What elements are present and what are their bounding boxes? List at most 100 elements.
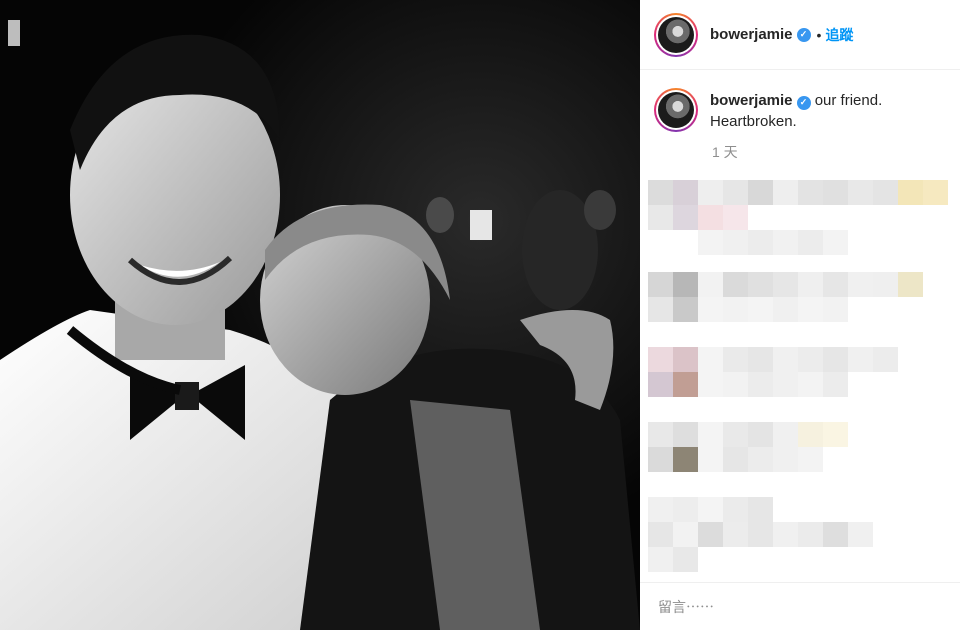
pixel-block	[773, 522, 798, 547]
pixel-block	[723, 522, 748, 547]
pixel-block	[923, 180, 948, 205]
pixel-block	[798, 180, 823, 205]
verified-badge-icon: ✓	[796, 95, 811, 110]
pixel-block	[748, 422, 773, 447]
pixel-block	[898, 272, 923, 297]
pixel-block	[823, 372, 848, 397]
pixel-block	[823, 422, 848, 447]
pixel-block	[648, 272, 673, 297]
pixel-block	[698, 297, 723, 322]
pixel-block	[673, 422, 698, 447]
pixel-block	[648, 547, 673, 572]
pixel-block	[673, 272, 698, 297]
pixel-block	[673, 522, 698, 547]
pixel-block	[848, 347, 873, 372]
pixel-block	[873, 180, 898, 205]
pixel-block	[873, 272, 898, 297]
pixel-block	[823, 180, 848, 205]
pixel-block	[873, 347, 898, 372]
pixel-block	[748, 522, 773, 547]
pixel-block	[748, 297, 773, 322]
pixel-block	[723, 205, 748, 230]
pixel-block	[823, 230, 848, 255]
pixel-block	[848, 272, 873, 297]
pixel-block	[748, 180, 773, 205]
pixel-block	[748, 230, 773, 255]
pixel-block	[798, 297, 823, 322]
pixel-block	[698, 230, 723, 255]
pixel-block	[698, 272, 723, 297]
pixel-block	[698, 205, 723, 230]
pixel-block	[673, 180, 698, 205]
pixel-block	[648, 205, 673, 230]
pixel-block	[648, 422, 673, 447]
photo-canvas	[0, 0, 640, 630]
caption-username[interactable]: bowerjamie	[710, 92, 793, 109]
caption: bowerjamie ✓ our friend. Heartbroken.	[710, 88, 882, 132]
pixel-block	[673, 497, 698, 522]
follow-button[interactable]: 追蹤	[825, 25, 853, 45]
comment-input[interactable]	[658, 598, 938, 615]
pixel-block	[698, 447, 723, 472]
pixel-block	[723, 447, 748, 472]
pixel-block	[673, 372, 698, 397]
pixel-block	[723, 347, 748, 372]
pixel-block	[673, 547, 698, 572]
pixel-block	[823, 522, 848, 547]
post-timestamp[interactable]: 1 天	[712, 142, 960, 162]
pixel-block	[723, 297, 748, 322]
pixel-block	[773, 422, 798, 447]
pixel-block	[723, 372, 748, 397]
caption-row: bowerjamie ✓ our friend. Heartbroken.	[640, 70, 960, 132]
pixel-block	[773, 297, 798, 322]
pixel-block	[748, 272, 773, 297]
pixel-block	[648, 447, 673, 472]
pixel-block	[648, 297, 673, 322]
pixel-block	[773, 180, 798, 205]
caption-line-2: Heartbroken.	[710, 113, 797, 130]
pixel-block	[773, 372, 798, 397]
pixel-block	[698, 180, 723, 205]
separator-dot: •	[816, 26, 822, 43]
pixelated-comments	[640, 172, 960, 582]
pixel-block	[698, 372, 723, 397]
pixel-block	[723, 422, 748, 447]
pixel-block	[848, 180, 873, 205]
pixel-block	[748, 447, 773, 472]
pixel-block	[723, 497, 748, 522]
pixel-block	[673, 205, 698, 230]
pixel-block	[648, 497, 673, 522]
verified-badge-icon: ✓	[796, 27, 811, 42]
avatar-icon	[658, 16, 694, 53]
pixel-block	[698, 422, 723, 447]
pixel-block	[698, 522, 723, 547]
pixel-block	[723, 180, 748, 205]
post-header: bowerjamie ✓ • 追蹤	[640, 0, 960, 70]
pixel-block	[773, 347, 798, 372]
pixel-block	[823, 297, 848, 322]
pixel-block	[648, 347, 673, 372]
pixel-block	[698, 497, 723, 522]
pixel-block	[723, 230, 748, 255]
caption-avatar[interactable]	[654, 88, 698, 132]
avatar[interactable]	[654, 12, 698, 57]
pixel-block	[823, 272, 848, 297]
pixel-block	[748, 497, 773, 522]
pixel-block	[773, 447, 798, 472]
pixel-block	[748, 372, 773, 397]
post-info-panel: bowerjamie ✓ • 追蹤 bowerjamie ✓ our friend…	[640, 0, 960, 630]
caption-line-1: our friend.	[814, 92, 883, 109]
pixel-block	[648, 180, 673, 205]
pixel-block	[798, 347, 823, 372]
header-username[interactable]: bowerjamie	[710, 26, 793, 43]
post-photo[interactable]	[0, 0, 640, 630]
pixel-block	[798, 230, 823, 255]
pixel-block	[773, 230, 798, 255]
avatar-icon	[658, 92, 694, 128]
pixel-block	[673, 297, 698, 322]
pixel-block	[723, 272, 748, 297]
pixel-block	[798, 372, 823, 397]
pixel-block	[673, 347, 698, 372]
pixel-block	[798, 522, 823, 547]
pixel-block	[848, 522, 873, 547]
